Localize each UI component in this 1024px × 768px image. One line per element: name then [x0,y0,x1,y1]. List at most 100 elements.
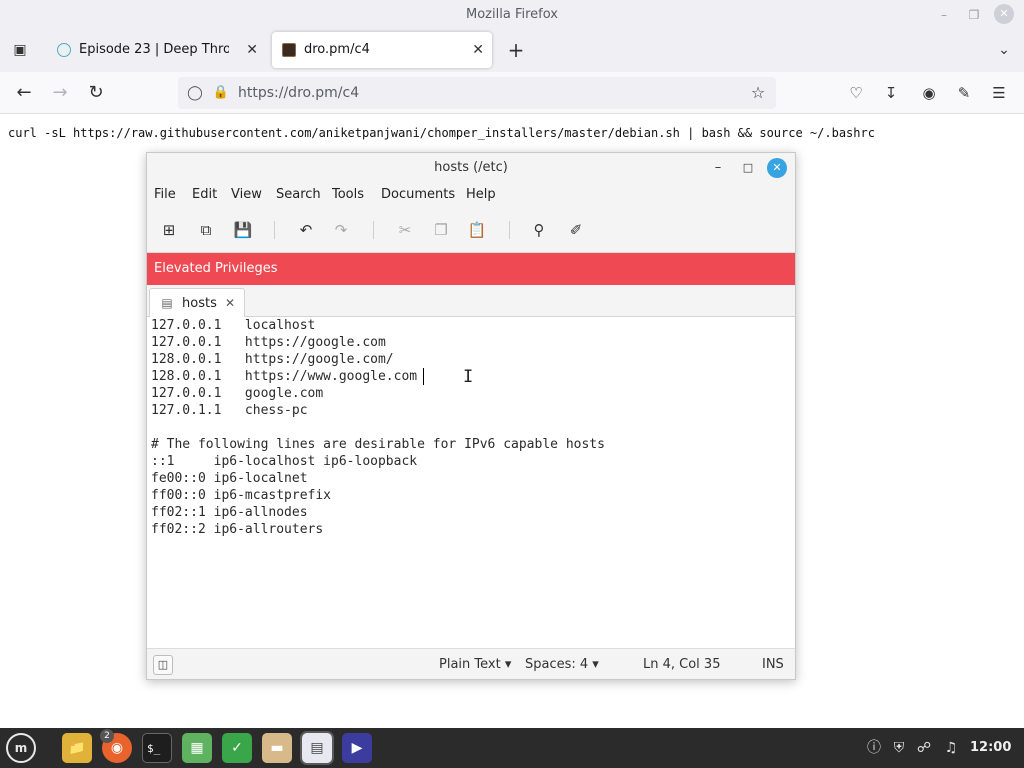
editor-line: 127.0.0.1 https://google.com [151,335,386,350]
text-cursor [423,368,424,385]
tab-episode-23[interactable]: Episode 23 | Deep Throats | ✕ [47,32,266,68]
elevated-privileges-banner: Elevated Privileges [147,253,795,285]
copy-icon[interactable]: ❐ [431,220,451,240]
pocket-icon[interactable]: ♡ [845,82,867,104]
save-icon[interactable]: 💾 [233,220,253,240]
ibeam-cursor-icon: I [463,367,474,387]
forward-button[interactable]: → [46,80,74,106]
open-document-icon[interactable]: ⧉ [196,220,216,240]
editor-line: ff02::2 ip6-allrouters [151,522,324,537]
extensions-icon[interactable]: ✎ [953,82,975,104]
mint-menu-icon[interactable]: m [6,733,36,763]
media-player-icon[interactable]: ▶ [342,733,372,763]
editor-line: 127.0.0.1 localhost [151,318,316,333]
notifications-icon[interactable]: ⓘ [864,738,884,758]
menu-file[interactable]: File [154,187,176,202]
menu-view[interactable]: View [231,187,262,202]
tracking-shield-icon[interactable]: ◯ [186,83,204,103]
search-icon[interactable]: ⚲ [529,220,549,240]
gedit-document-tabbar: ▤ hosts ✕ [147,285,795,318]
account-icon[interactable]: ◉ [918,82,940,104]
editor-line: ff00::0 ip6-mcastprefix [151,488,332,503]
maximize-icon[interactable]: □ [739,159,757,177]
site-favicon-icon [282,43,296,57]
close-icon[interactable]: ✕ [767,158,787,178]
hamburger-menu-icon[interactable]: ☰ [988,82,1010,104]
page-command-text: curl -sL https://raw.githubusercontent.c… [8,126,875,140]
document-tab-hosts[interactable]: ▤ hosts ✕ [149,288,245,318]
calculator-icon[interactable]: ▦ [182,733,212,763]
bookmark-star-icon[interactable]: ☆ [748,83,768,103]
gedit-menubar: File Edit View Search Tools Documents He… [147,183,795,207]
editor-line: 128.0.0.1 https://www.google.com [151,369,418,384]
firefox-window-title: Mozilla Firefox [466,7,558,22]
firefox-titlebar: Mozilla Firefox – ❐ ✕ [0,0,1024,28]
maximize-icon[interactable]: ❐ [964,6,984,24]
document-tab-label: hosts [182,296,217,311]
firefox-navbar: ← → ↻ ◯ 🔒 https://dro.pm/c4 ☆ ♡ ↧ ◉ ✎ ☰ [0,72,1024,114]
gedit-window: hosts (/etc) – □ ✕ File Edit View Search… [146,152,796,680]
redo-icon[interactable]: ↷ [331,220,351,240]
tab-dro-pm[interactable]: dro.pm/c4 ✕ [272,32,492,68]
new-tab-button[interactable]: + [502,36,530,64]
firefox-view-icon[interactable]: ▣ [8,38,32,62]
menu-edit[interactable]: Edit [192,187,217,202]
editor-line: 127.0.0.1 google.com [151,386,324,401]
gedit-toolbar: ⊞ ⧉ 💾 ↶ ↷ ✂ ❐ 📋 ⚲ ✐ [147,207,795,253]
terminal-icon[interactable]: $_ [142,733,172,763]
paste-icon[interactable]: 📋 [467,220,487,240]
firefox-tabbar: ▣ Episode 23 | Deep Throats | ✕ dro.pm/c… [0,28,1024,72]
chevron-down-icon[interactable]: ⌄ [992,38,1016,62]
menu-tools[interactable]: Tools [332,187,364,202]
menu-search[interactable]: Search [276,187,321,202]
tab-width-label: Spaces: 4 [525,657,589,672]
new-document-icon[interactable]: ⊞ [159,220,179,240]
text-editor-icon[interactable]: ▤ [302,733,332,763]
tab-close-icon[interactable]: ✕ [472,32,484,68]
tab-width-selector[interactable]: Spaces: 4 ▾ [525,657,599,672]
shield-icon[interactable]: ✓ [222,733,252,763]
editor-line: ::1 ip6-localhost ip6-loopback [151,454,418,469]
archive-manager-icon[interactable]: ▬ [262,733,292,763]
text-editor-area[interactable]: 127.0.0.1 localhost 127.0.0.1 https://go… [147,317,795,648]
editor-line: 128.0.0.1 https://google.com/ [151,352,394,367]
editor-line: # The following lines are desirable for … [151,437,605,452]
cursor-position: Ln 4, Col 35 [643,657,721,672]
close-icon[interactable]: ✕ [994,4,1014,24]
back-button[interactable]: ← [10,80,38,106]
window-count-badge: 2 [100,729,114,743]
downloads-icon[interactable]: ↧ [880,82,902,104]
editor-line: 127.0.1.1 chess-pc [151,403,308,418]
reload-button[interactable]: ↻ [82,80,110,106]
minimize-icon[interactable]: – [934,6,954,24]
undo-icon[interactable]: ↶ [296,220,316,240]
side-panel-toggle-icon[interactable]: ◫ [153,655,173,675]
clock[interactable]: 12:00 [970,740,1011,755]
url-bar[interactable]: ◯ 🔒 https://dro.pm/c4 ☆ [178,77,776,109]
language-selector[interactable]: Plain Text ▾ [439,657,511,672]
tab-label: Episode 23 | Deep Throats | [79,42,229,57]
network-icon[interactable]: ☍ [914,738,934,758]
update-shield-icon[interactable]: ⛨ [889,738,909,758]
files-folder-icon[interactable]: 📁 [62,733,92,763]
find-replace-icon[interactable]: ✐ [566,220,586,240]
url-text[interactable]: https://dro.pm/c4 [238,85,359,101]
language-label: Plain Text [439,657,501,672]
tab-close-icon[interactable]: ✕ [222,295,238,311]
menu-documents[interactable]: Documents [381,187,455,202]
cut-icon[interactable]: ✂ [395,220,415,240]
sound-icon[interactable]: ♫ [941,738,961,758]
minimize-icon[interactable]: – [709,159,727,177]
editor-line: ff02::1 ip6-allnodes [151,505,308,520]
tab-close-icon[interactable]: ✕ [246,32,258,68]
tab-label: dro.pm/c4 [304,42,370,57]
gedit-titlebar: hosts (/etc) – □ ✕ [147,153,795,183]
text-file-icon: ▤ [161,296,173,310]
menu-help[interactable]: Help [466,187,496,202]
gedit-window-title: hosts (/etc) [434,160,508,175]
toolbar-separator [274,221,275,239]
toolbar-separator [509,221,510,239]
toolbar-separator [373,221,374,239]
lock-icon[interactable]: 🔒 [212,83,230,103]
insert-mode: INS [762,657,784,672]
